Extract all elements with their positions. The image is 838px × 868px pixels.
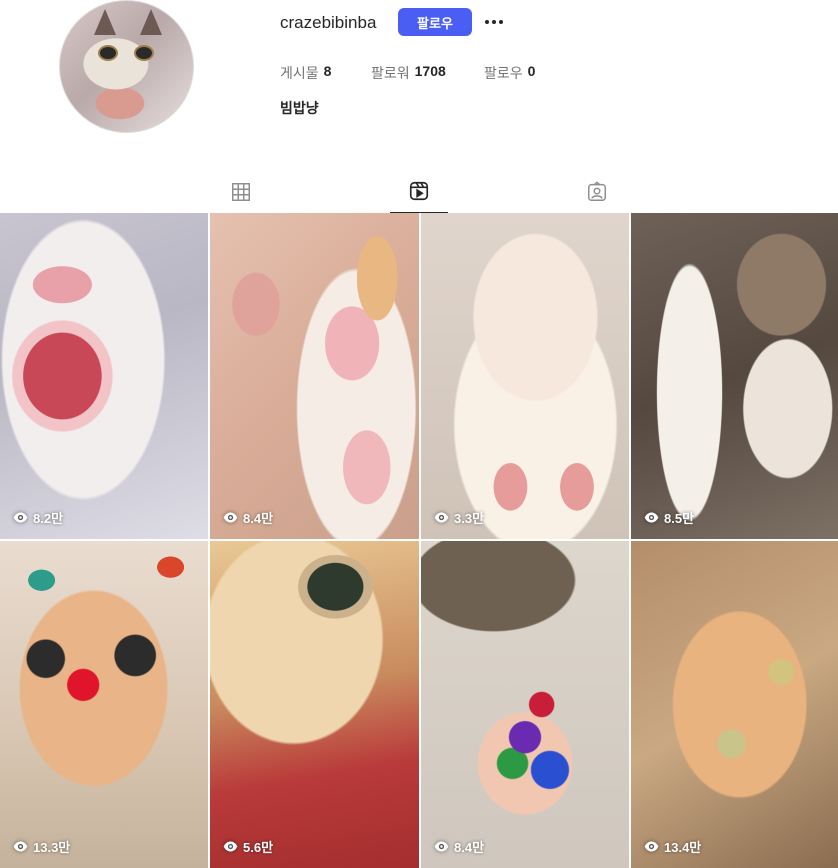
tab-reels[interactable] xyxy=(390,170,448,213)
following-count: 0 xyxy=(527,63,536,79)
followers-count: 1708 xyxy=(414,63,446,79)
posts-stat[interactable]: 게시물 8 xyxy=(280,63,371,83)
following-label: 팔로우 xyxy=(484,65,523,81)
view-count: 8.2만 xyxy=(13,508,63,527)
view-count: 13.4만 xyxy=(644,837,701,856)
reel-tile[interactable]: 13.4만 xyxy=(631,541,838,868)
profile-avatar[interactable] xyxy=(59,0,194,133)
view-count: 8.4만 xyxy=(223,508,273,527)
posts-count: 8 xyxy=(323,63,332,79)
profile-page: crazebibinba 팔로우 게시물 8 팔로워 1708 팔로우 0 빔밥… xyxy=(0,0,838,868)
view-count: 8.5만 xyxy=(644,508,694,527)
reels-grid: 8.2만 8.4만 3.3만 8.5만 13.3만 5.6만 8.4만 13.4… xyxy=(0,213,838,868)
profile-tabs xyxy=(0,170,838,213)
eye-icon xyxy=(434,841,449,852)
view-count-text: 8.4만 xyxy=(243,511,274,526)
eye-icon xyxy=(13,512,28,523)
eye-icon xyxy=(644,512,659,523)
reel-tile[interactable]: 3.3만 xyxy=(421,213,629,539)
reel-tile[interactable]: 8.4만 xyxy=(421,541,629,868)
tagged-icon xyxy=(588,180,606,201)
view-count-text: 8.2만 xyxy=(33,511,64,526)
view-count-text: 5.6만 xyxy=(243,840,274,855)
view-count: 3.3만 xyxy=(434,508,484,527)
profile-display-name: 빔밥냥 xyxy=(280,100,319,116)
followers-label: 팔로워 xyxy=(371,65,410,81)
reel-tile[interactable]: 8.5만 xyxy=(631,213,838,539)
profile-username: crazebibinba xyxy=(280,13,377,32)
view-count-text: 13.4만 xyxy=(664,840,702,855)
view-count: 5.6만 xyxy=(223,837,273,856)
reel-tile[interactable]: 8.4만 xyxy=(210,213,419,539)
reel-tile[interactable]: 13.3만 xyxy=(0,541,208,868)
reels-icon xyxy=(409,181,429,201)
view-count-text: 3.3만 xyxy=(454,511,485,526)
reel-tile[interactable]: 5.6만 xyxy=(210,541,419,868)
eye-icon xyxy=(13,841,28,852)
more-options-icon[interactable] xyxy=(482,8,506,36)
grid-icon xyxy=(232,182,250,201)
followers-stat[interactable]: 팔로워 1708 xyxy=(371,63,484,83)
profile-stats: 게시물 8 팔로워 1708 팔로우 0 xyxy=(280,63,535,83)
eye-icon xyxy=(223,841,238,852)
view-count-text: 13.3만 xyxy=(33,840,71,855)
follow-button[interactable]: 팔로우 xyxy=(398,8,472,36)
eye-icon xyxy=(434,512,449,523)
eye-icon xyxy=(223,512,238,523)
view-count-text: 8.5만 xyxy=(664,511,695,526)
following-stat[interactable]: 팔로우 0 xyxy=(484,63,535,83)
view-count-text: 8.4만 xyxy=(454,840,485,855)
reel-tile[interactable]: 8.2만 xyxy=(0,213,208,539)
avatar-cat-ears xyxy=(90,9,166,39)
view-count: 8.4만 xyxy=(434,837,484,856)
view-count: 13.3만 xyxy=(13,837,70,856)
avatar-sunglasses xyxy=(98,45,154,61)
posts-label: 게시물 xyxy=(280,65,319,81)
tab-tagged[interactable] xyxy=(568,170,626,213)
tab-posts[interactable] xyxy=(212,170,270,213)
eye-icon xyxy=(644,841,659,852)
